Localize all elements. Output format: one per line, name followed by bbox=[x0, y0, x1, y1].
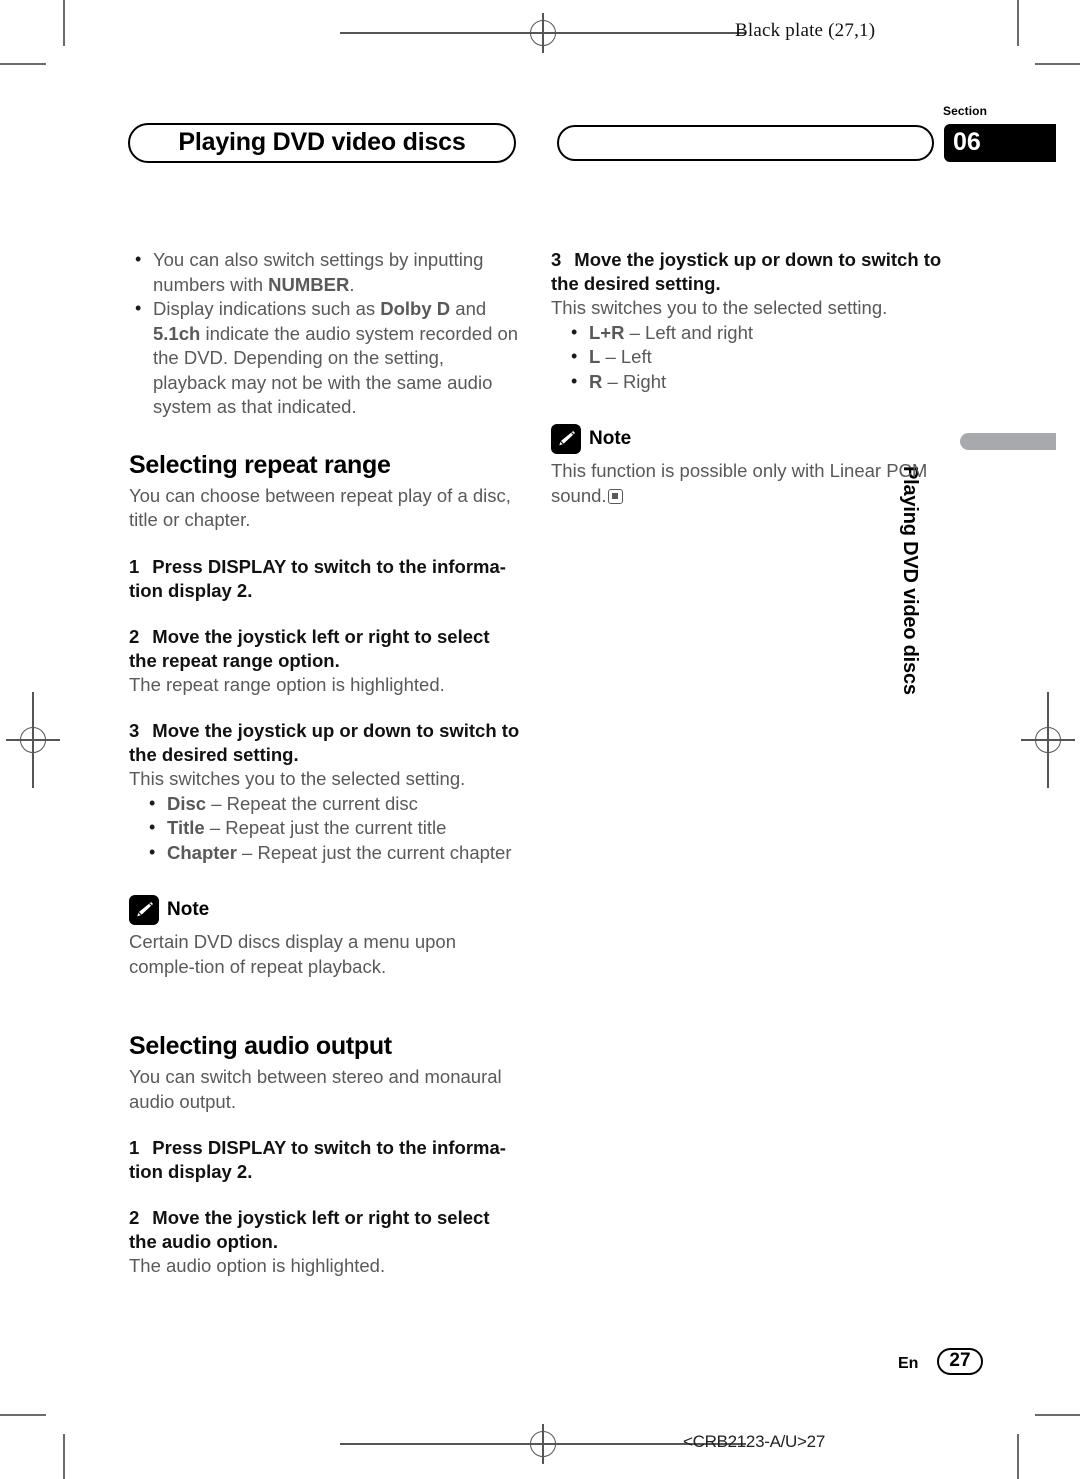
step-text: Move the joystick up or down to switch t… bbox=[129, 720, 520, 765]
note-text-audio-output: This function is possible only with Line… bbox=[551, 459, 943, 508]
step-text: Move the joystick left or right to selec… bbox=[129, 1207, 490, 1252]
section1-step-2-sub: The repeat range option is highlighted. bbox=[129, 673, 445, 695]
pencil-icon bbox=[129, 895, 159, 925]
section1-intro: You can choose between repeat play of a … bbox=[129, 484, 511, 531]
step-text: Press DISPLAY to switch to the informa-t… bbox=[129, 555, 506, 601]
section-number-badge: 06 bbox=[944, 124, 1056, 162]
intro-bullet-list: You can also switch settings by inputtin… bbox=[129, 247, 521, 420]
crop-mark-top-right-horizontal bbox=[1035, 63, 1080, 65]
step-number: 3 bbox=[551, 249, 562, 270]
list-item: Display indications such as Dolby D and … bbox=[129, 296, 521, 420]
note-header-repeat-range: Note bbox=[129, 895, 521, 925]
list-item: R – Right bbox=[551, 369, 943, 395]
section1-step-3: 3 Move the joystick up or down to switch … bbox=[129, 719, 521, 767]
right-step-3: 3 Move the joystick up or down to switch … bbox=[551, 248, 943, 296]
section1-step-1: 1 Press DISPLAY to switch to the informa-… bbox=[129, 555, 521, 603]
crop-mark-bottom-right-vertical bbox=[1017, 1434, 1019, 1479]
side-tab-bar bbox=[960, 433, 1056, 450]
crop-mark-top-right-vertical bbox=[1017, 0, 1019, 46]
section1-step-2: 2 Move the joystick left or right to sele… bbox=[129, 625, 521, 673]
list-item: You can also switch settings by inputtin… bbox=[129, 247, 521, 297]
page-number-badge: 27 bbox=[937, 1348, 983, 1375]
list-item: Disc – Repeat the current disc bbox=[129, 791, 521, 817]
list-item: Title – Repeat just the current title bbox=[129, 815, 521, 841]
page-number: 27 bbox=[949, 1350, 971, 1371]
side-tab-label: Playing DVD video discs bbox=[899, 466, 921, 695]
crop-mark-top-left-vertical bbox=[63, 0, 65, 46]
footer-language: En bbox=[898, 1355, 919, 1372]
note-label: Note bbox=[589, 428, 632, 449]
section-number: 06 bbox=[953, 127, 981, 156]
page-title: Playing DVD video discs bbox=[178, 127, 466, 156]
step-text: Press DISPLAY to switch to the informa-t… bbox=[129, 1137, 506, 1182]
left-column: You can also switch settings by inputtin… bbox=[129, 247, 521, 1279]
crop-mark-top-left-horizontal bbox=[0, 63, 46, 65]
step-number: 2 bbox=[129, 1207, 140, 1228]
list-item: Chapter – Repeat just the current chapte… bbox=[129, 840, 521, 866]
section2-step-1: 1 Press DISPLAY to switch to the informa-… bbox=[129, 1136, 521, 1184]
repeat-range-option-list: Disc – Repeat the current disc Title – R… bbox=[129, 791, 521, 866]
footer-document-code: <CRB2123-A/U>27 bbox=[683, 1432, 825, 1451]
crop-mark-bottom-right-horizontal bbox=[1035, 1414, 1080, 1416]
note-header-audio-output: Note bbox=[551, 424, 943, 454]
note-text-repeat-range: Certain DVD discs display a menu upon co… bbox=[129, 931, 456, 977]
step-number: 1 bbox=[129, 1137, 140, 1158]
audio-output-option-list: L+R – Left and right L – Left R – Right bbox=[551, 320, 943, 395]
section-label: Section bbox=[943, 104, 988, 118]
section2-step-2: 2 Move the joystick left or right to sele… bbox=[129, 1206, 521, 1254]
note-label: Note bbox=[167, 899, 210, 920]
crop-mark-bottom-left-horizontal bbox=[0, 1414, 46, 1416]
heading-selecting-repeat-range: Selecting repeat range bbox=[129, 450, 391, 479]
chapter-title-pill: Playing DVD video discs bbox=[128, 123, 516, 163]
section2-step-2-sub: The audio option is highlighted. bbox=[129, 1255, 386, 1276]
end-of-section-marker-icon bbox=[607, 488, 623, 504]
list-item: L+R – Left and right bbox=[551, 320, 943, 346]
step-text: Move the joystick up or down to switch t… bbox=[551, 249, 942, 294]
right-column: 3 Move the joystick up or down to switch … bbox=[551, 248, 943, 508]
step-text: Move the joystick left or right to selec… bbox=[129, 625, 490, 671]
pencil-icon bbox=[551, 424, 581, 454]
list-item: L – Left bbox=[551, 344, 943, 370]
right-step-3-sub: This switches you to the selected settin… bbox=[551, 297, 888, 318]
crop-mark-bottom-left-vertical bbox=[63, 1434, 65, 1479]
step-number: 1 bbox=[129, 555, 140, 577]
section1-step-3-sub: This switches you to the selected settin… bbox=[129, 768, 466, 789]
step-number: 3 bbox=[129, 720, 140, 741]
section2-intro: You can switch between stereo and monaur… bbox=[129, 1066, 502, 1112]
step-number: 2 bbox=[129, 625, 140, 647]
black-plate-label: Black plate (27,1) bbox=[735, 20, 876, 41]
heading-selecting-audio-output: Selecting audio output bbox=[129, 1032, 392, 1060]
blank-header-pill bbox=[557, 125, 934, 161]
